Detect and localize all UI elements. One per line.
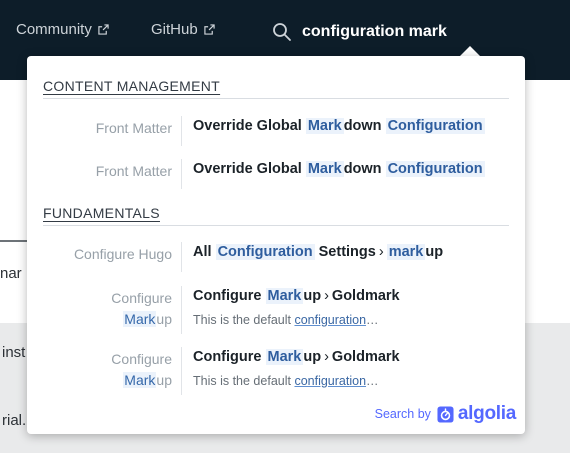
search-result[interactable]: Configure Markup Configure Mark up › Goldmar… (43, 347, 509, 395)
search-result[interactable]: Configure Hugo All Configuration Setting… (43, 242, 509, 272)
result-title: All Configuration Settings › mark up (193, 244, 444, 260)
search-result[interactable]: Front Matter Override Global Mark down Co… (43, 116, 509, 146)
category-header: FUNDAMENTALS (43, 205, 509, 226)
nav-link-github[interactable]: GitHub (151, 21, 215, 38)
divider (181, 159, 182, 189)
result-section: Configure Markup (111, 351, 172, 388)
result-section: Configure Markup (111, 290, 172, 327)
search-icon (273, 23, 291, 41)
search-results-dropdown: CONTENT MANAGEMENT Front Matter Override… (27, 56, 525, 434)
background-text: inst (2, 344, 26, 361)
result-title: Override Global Mark down Configuration (193, 161, 485, 177)
result-section: Configure Hugo (73, 246, 172, 262)
divider (181, 242, 182, 272)
result-section: Front Matter (95, 163, 172, 179)
dropdown-caret (460, 46, 480, 56)
result-section: Front Matter (95, 120, 172, 136)
background-text: rial. (2, 412, 27, 429)
search-box[interactable] (272, 18, 522, 46)
result-snippet: This is the default configuration… (193, 313, 379, 327)
result-title: Configure Mark up › Goldmark (193, 288, 400, 304)
background-text: nar (0, 265, 22, 282)
category-header: CONTENT MANAGEMENT (43, 78, 509, 99)
result-title: Override Global Mark down Configuration (193, 118, 485, 134)
divider (181, 286, 182, 334)
search-result[interactable]: Front Matter Override Global Mark down Co… (43, 159, 509, 189)
result-snippet: This is the default configuration… (193, 374, 379, 388)
nav-link-community[interactable]: Community (16, 21, 109, 38)
divider (181, 116, 182, 146)
search-by-label: Search by (374, 407, 431, 421)
search-input[interactable] (302, 23, 522, 41)
algolia-brand: algolia (457, 403, 516, 424)
result-title: Configure Mark up › Goldmark (193, 349, 400, 365)
algolia-link[interactable]: Search by algolia (374, 403, 517, 425)
nav-link-label: Community (16, 21, 92, 38)
divider (181, 347, 182, 395)
external-link-icon (98, 24, 109, 35)
external-link-icon (204, 24, 215, 35)
algolia-logo-icon (437, 405, 454, 423)
search-result[interactable]: Configure Markup Configure Mark up › Goldmar… (43, 286, 509, 334)
nav-link-label: GitHub (151, 21, 198, 38)
